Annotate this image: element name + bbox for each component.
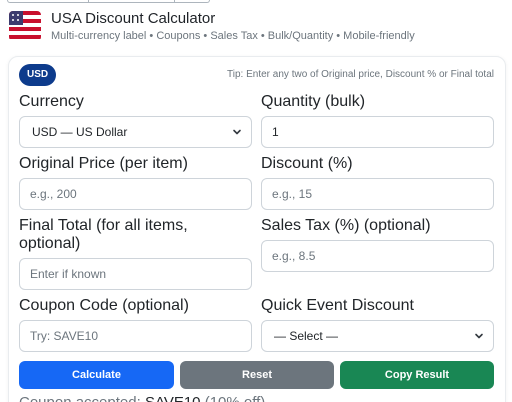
sales-tax-input[interactable] (261, 240, 494, 272)
quick-event-label: Quick Event Discount (261, 297, 414, 314)
quantity-label: Quantity (bulk) (261, 93, 366, 110)
chevron-down-icon (233, 129, 241, 135)
chevron-down-icon (475, 333, 483, 339)
coupon-status-prefix: Coupon accepted: (19, 394, 141, 402)
app-subtitle: Multi-currency label • Coupons • Sales T… (51, 29, 415, 42)
reset-button[interactable]: Reset (180, 361, 334, 389)
top-tab-strip (7, 0, 210, 3)
app-title: USA Discount Calculator (51, 9, 216, 27)
discount-input[interactable] (261, 178, 494, 210)
coupon-input[interactable] (19, 320, 252, 352)
currency-select-value: USD — US Dollar (32, 125, 128, 139)
final-total-label: Final Total (for all items, optional) (19, 217, 188, 252)
quick-event-select-value: — Select — (274, 329, 339, 343)
currency-label: Currency (19, 93, 84, 110)
coupon-status: Coupon accepted: SAVE10 (10% off) (19, 394, 265, 402)
coupon-status-code: SAVE10 (145, 394, 201, 402)
tip-text: Tip: Enter any two of Original price, Di… (227, 69, 494, 80)
original-price-input[interactable] (19, 178, 252, 210)
coupon-label: Coupon Code (optional) (19, 297, 189, 314)
final-total-input[interactable] (19, 258, 252, 290)
currency-badge: USD (19, 64, 57, 86)
app-header: USA Discount Calculator Multi-currency l… (9, 8, 415, 44)
us-flag-icon (9, 11, 41, 41)
currency-select[interactable]: USD — US Dollar (19, 116, 252, 148)
discount-label: Discount (%) (261, 155, 353, 172)
copy-result-button[interactable]: Copy Result (340, 361, 494, 389)
quantity-input[interactable] (261, 116, 494, 148)
coupon-status-suffix: (10% off) (205, 394, 266, 402)
calculate-button[interactable]: Calculate (19, 361, 174, 389)
quick-event-select[interactable]: — Select — (261, 320, 494, 352)
original-price-label: Original Price (per item) (19, 155, 188, 172)
sales-tax-label: Sales Tax (%) (optional) (261, 217, 431, 234)
